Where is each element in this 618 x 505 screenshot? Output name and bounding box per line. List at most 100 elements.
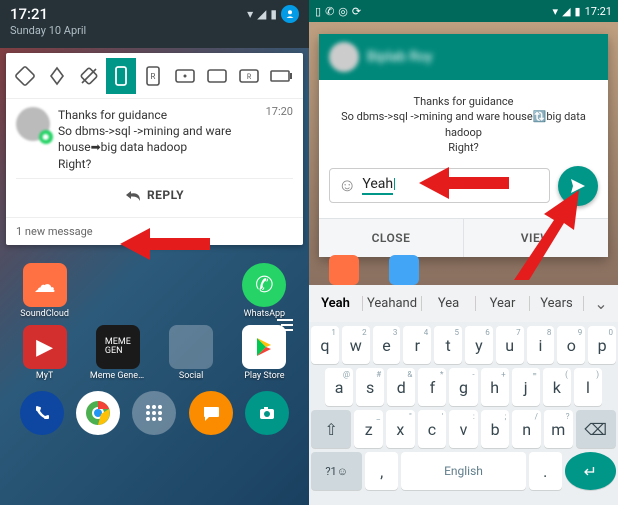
contact-avatar [329,42,359,72]
shift-key[interactable]: ⇧ [311,410,351,448]
reply-input[interactable]: ☺ Yeah [329,168,550,203]
app-myt[interactable]: ▶MyT [17,325,73,381]
rotate-option-icon[interactable] [74,58,104,94]
key-f[interactable]: f* [418,368,446,406]
key-a[interactable]: a@ [325,368,353,406]
period-key[interactable]: . [529,452,562,490]
search-status-icon: ◎ [338,5,348,18]
enter-key[interactable]: ↵ [565,452,616,490]
key-z[interactable]: z_ [354,410,383,448]
reply-dialog: Biplab Roy Thanks for guidance So dbms->… [319,34,608,257]
rotate-option-icon[interactable]: R [138,58,168,94]
battery-icon: ▮ [270,7,277,21]
status-icons: ▾ ◢ ▮ [247,5,299,23]
whatsapp-status-icon: ✆ [325,5,334,18]
status-date: Sunday 10 April [10,24,299,37]
wifi-icon: ▾ [553,5,559,18]
close-button[interactable]: CLOSE [319,219,464,257]
key-c[interactable]: c' [418,410,447,448]
key-r[interactable]: r4 [403,326,431,364]
wifi-icon: ▾ [247,7,253,21]
key-x[interactable]: x" [386,410,415,448]
rotate-option-icon[interactable] [10,58,40,94]
key-e[interactable]: e3 [373,326,401,364]
rotate-option-icon[interactable]: R [234,58,264,94]
key-l[interactable]: l) [574,368,602,406]
key-y[interactable]: y6 [465,326,493,364]
space-key[interactable]: English [401,452,526,490]
background-apps [309,255,618,285]
contact-name: Biplab Roy [367,49,432,65]
signal-icon: ◢ [257,7,266,21]
notification-text: Thanks for guidance So dbms->sql ->minin… [58,107,293,172]
dock-messages[interactable] [189,391,233,435]
dock-chrome[interactable] [76,391,120,435]
status-bar: ▯ ✆ ◎ ⟳ ▾ ◢ ▮ 17:21 [309,0,618,22]
dock-phone[interactable] [20,391,64,435]
key-d[interactable]: d& [387,368,415,406]
key-i[interactable]: i8 [527,326,555,364]
status-time: 17:21 [585,5,612,18]
key-q[interactable]: q1 [311,326,339,364]
app-whatsapp[interactable]: ✆WhatsApp [236,263,292,319]
key-v[interactable]: v: [449,410,478,448]
suggestion[interactable]: Yeah [309,296,363,311]
key-w[interactable]: w2 [342,326,370,364]
app-meme[interactable]: MEMEGENMeme Generat [90,325,146,381]
reply-icon [125,188,141,202]
whatsapp-notification[interactable]: 17:20 Thanks for guidance So dbms->sql -… [6,99,303,217]
comma-key[interactable]: , [365,452,398,490]
rotate-option-icon[interactable] [266,58,296,94]
key-b[interactable]: b; [481,410,510,448]
send-button[interactable] [558,166,598,206]
send-icon [569,177,587,195]
notification-time: 17:20 [266,105,293,118]
symbols-key[interactable]: ?1☺ [311,452,362,490]
rotate-option-icon[interactable] [42,58,72,94]
suggestion[interactable]: Year [476,296,530,311]
app-social-folder[interactable]: Social [163,325,219,381]
whatsapp-badge-icon [39,130,53,144]
suggestion[interactable]: Yea [422,296,476,311]
contact-avatar [16,107,50,141]
rotate-option-icon[interactable] [170,58,200,94]
suggestion[interactable]: Yeahand [363,296,422,311]
key-n[interactable]: n/ [512,410,541,448]
phone-status-icon: ▯ [315,5,321,18]
key-k[interactable]: k( [543,368,571,406]
dock-camera[interactable] [245,391,289,435]
menu-lines-icon[interactable] [273,317,295,337]
key-m[interactable]: m? [544,410,573,448]
dialog-backdrop: Biplab Roy Thanks for guidance So dbms->… [309,22,618,285]
suggestion[interactable]: Years [530,296,584,311]
key-t[interactable]: t5 [434,326,462,364]
app-soundcloud[interactable]: ☁SoundCloud [17,263,73,319]
reply-input-value: Yeah [362,176,393,195]
dock [8,387,301,437]
right-screenshot: ▯ ✆ ◎ ⟳ ▾ ◢ ▮ 17:21 Biplab Roy Thanks fo… [309,0,618,505]
key-o[interactable]: o9 [557,326,585,364]
suggestions-expand-icon[interactable]: ⌄ [584,294,618,313]
key-j[interactable]: j= [512,368,540,406]
key-p[interactable]: p0 [588,326,616,364]
emoji-icon[interactable]: ☺ [338,175,356,196]
notification-panel: R R 17:20 Thanks for guidance So dbms->s… [6,53,303,245]
keyboard: q1w2e3r4t5y6u7i8o9p0 a@s#d&f*g-h+j=k(l) … [309,322,618,505]
svg-text:R: R [151,72,156,81]
reply-button[interactable]: REPLY [16,179,293,211]
key-h[interactable]: h+ [481,368,509,406]
dialog-message: Thanks for guidance So dbms->sql ->minin… [319,80,608,166]
backspace-key[interactable]: ⌫ [576,410,616,448]
view-button[interactable]: VIEW [464,219,608,257]
rotate-option-active-icon[interactable] [106,58,136,94]
quick-settings-row: R R [6,53,303,99]
keyboard-suggestions: Yeah Yeahand Yea Year Years ⌄ [309,285,618,322]
key-s[interactable]: s# [356,368,384,406]
profile-icon[interactable] [281,5,299,23]
status-bar: 17:21 ▾ ◢ ▮ Sunday 10 April [0,0,309,48]
key-u[interactable]: u7 [496,326,524,364]
key-g[interactable]: g- [449,368,477,406]
rotate-option-icon[interactable] [202,58,232,94]
notification-footer[interactable]: 1 new message [6,217,303,245]
dock-appdrawer[interactable] [132,391,176,435]
